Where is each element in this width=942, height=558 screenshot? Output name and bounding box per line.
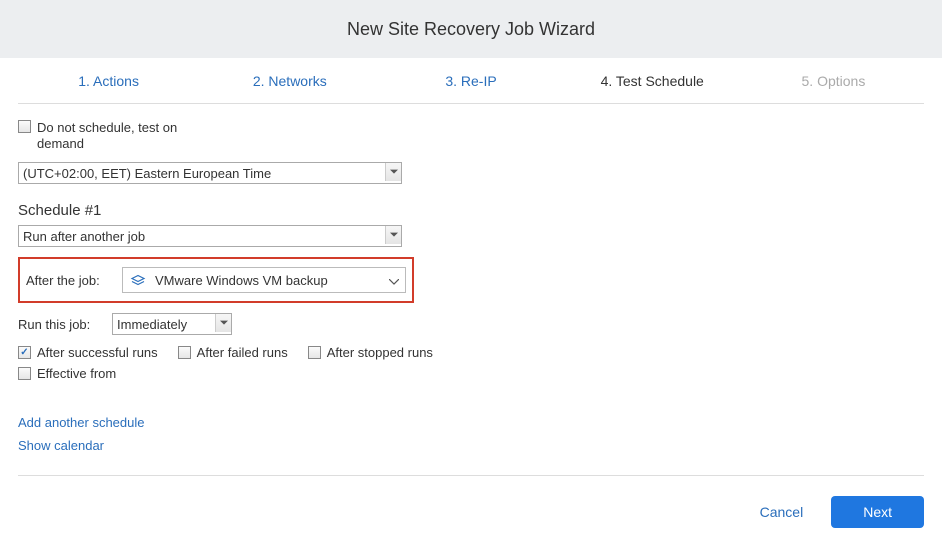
chevron-down-icon bbox=[385, 163, 401, 181]
after-job-label: After the job: bbox=[26, 273, 106, 288]
show-calendar-link[interactable]: Show calendar bbox=[18, 438, 104, 453]
after-job-value: VMware Windows VM backup bbox=[155, 273, 381, 288]
vmware-job-icon bbox=[129, 271, 147, 289]
schedule-mode-value: Run after another job bbox=[23, 229, 397, 244]
schedule-mode-select[interactable]: Run after another job bbox=[18, 225, 402, 247]
after-successful-label: After successful runs bbox=[37, 345, 158, 360]
run-this-label: Run this job: bbox=[18, 317, 98, 332]
chevron-down-icon bbox=[215, 314, 231, 332]
cancel-button[interactable]: Cancel bbox=[748, 496, 816, 528]
after-stopped-label: After stopped runs bbox=[327, 345, 433, 360]
step-networks[interactable]: 2. Networks bbox=[199, 73, 380, 89]
wizard-footer: Cancel Next bbox=[18, 490, 924, 548]
schedule-title: Schedule #1 bbox=[18, 202, 924, 219]
after-failed-checkbox[interactable] bbox=[178, 346, 191, 359]
divider bbox=[18, 475, 924, 476]
add-schedule-link[interactable]: Add another schedule bbox=[18, 415, 144, 430]
after-failed-label: After failed runs bbox=[197, 345, 288, 360]
chevron-down-icon bbox=[385, 226, 401, 244]
wizard-header: New Site Recovery Job Wizard bbox=[0, 0, 942, 58]
chevron-down-icon bbox=[389, 273, 399, 288]
after-stopped-checkbox[interactable] bbox=[308, 346, 321, 359]
timezone-value: (UTC+02:00, EET) Eastern European Time bbox=[23, 166, 397, 181]
effective-from-label: Effective from bbox=[37, 366, 116, 381]
wizard-title: New Site Recovery Job Wizard bbox=[347, 19, 595, 40]
step-actions[interactable]: 1. Actions bbox=[18, 73, 199, 89]
wizard-steps: 1. Actions 2. Networks 3. Re-IP 4. Test … bbox=[18, 58, 924, 104]
step-reip[interactable]: 3. Re-IP bbox=[380, 73, 561, 89]
step-options: 5. Options bbox=[743, 73, 924, 89]
after-job-highlight: After the job: VMware Windows VM backup bbox=[18, 257, 414, 303]
run-this-value: Immediately bbox=[117, 317, 227, 332]
step-test-schedule[interactable]: 4. Test Schedule bbox=[562, 73, 743, 89]
after-job-select[interactable]: VMware Windows VM backup bbox=[122, 267, 406, 293]
effective-from-checkbox[interactable] bbox=[18, 367, 31, 380]
do-not-schedule-label: Do not schedule, test on demand bbox=[37, 120, 207, 152]
run-this-select[interactable]: Immediately bbox=[112, 313, 232, 335]
timezone-select[interactable]: (UTC+02:00, EET) Eastern European Time bbox=[18, 162, 402, 184]
do-not-schedule-checkbox[interactable] bbox=[18, 120, 31, 133]
form-body: Do not schedule, test on demand (UTC+02:… bbox=[18, 104, 924, 558]
next-button[interactable]: Next bbox=[831, 496, 924, 528]
after-successful-checkbox[interactable] bbox=[18, 346, 31, 359]
